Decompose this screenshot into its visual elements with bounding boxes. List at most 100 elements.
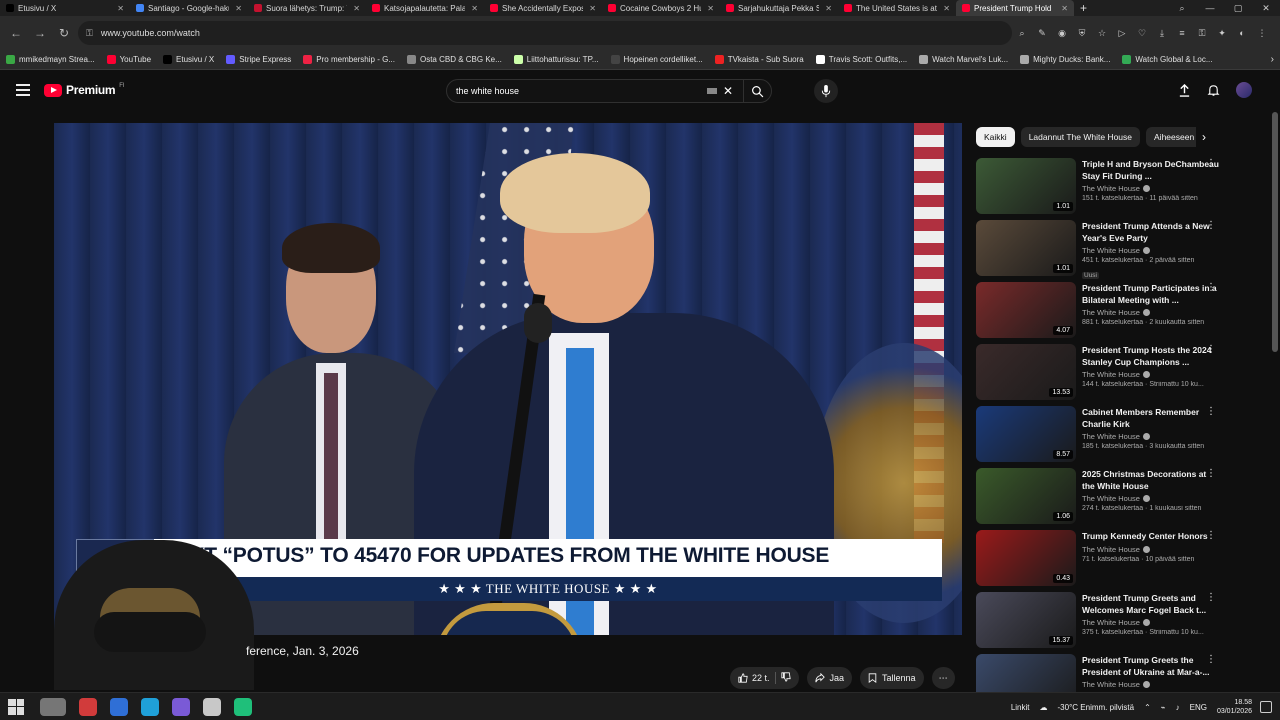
start-button[interactable] — [8, 698, 24, 715]
chips-next-icon[interactable]: › — [1196, 127, 1212, 147]
bookmark-item[interactable]: Mighty Ducks: Bank... — [1020, 55, 1110, 64]
video-title-link[interactable]: President Trump Participates in a Bilate… — [1082, 283, 1220, 306]
play-extension-icon[interactable]: ▷ — [1116, 27, 1128, 39]
guide-menu-icon[interactable] — [16, 84, 30, 96]
video-thumbnail[interactable]: 15.37 — [976, 592, 1076, 648]
back-icon[interactable]: ← — [6, 23, 26, 43]
browser-tab[interactable]: Etusivu / X ✕ — [0, 0, 130, 16]
more-vert-icon[interactable]: ⋮ — [1206, 158, 1216, 169]
like-button[interactable]: 22 t. — [738, 673, 770, 683]
more-vert-icon[interactable]: ⋮ — [1206, 654, 1216, 665]
browser-tab[interactable]: President Trump Hold ✕ — [956, 0, 1074, 16]
bookmark-item[interactable]: Watch Marvel's Luk... — [919, 55, 1008, 64]
zoom-icon[interactable]: ⌕ — [1016, 27, 1028, 39]
reload-icon[interactable]: ↻ — [54, 23, 74, 43]
more-vert-icon[interactable]: ⋮ — [1256, 27, 1268, 39]
more-vert-icon[interactable]: ⋮ — [1206, 530, 1216, 541]
channel-name[interactable]: The White House — [1082, 308, 1220, 317]
video-thumbnail[interactable]: 1.01 — [976, 220, 1076, 276]
video-title-link[interactable]: Triple H and Bryson DeChambeau Stay Fit … — [1082, 159, 1220, 182]
tray-chevron-icon[interactable]: ⌃ — [1144, 703, 1151, 712]
bookmark-item[interactable]: Pro membership - G... — [303, 55, 395, 64]
youtube-premium-logo[interactable]: Premium FI — [44, 83, 125, 97]
taskbar-app-icon[interactable] — [40, 697, 66, 716]
close-window-icon[interactable]: ✕ — [1252, 3, 1280, 14]
tab-search-icon[interactable]: ⌕ — [1168, 3, 1196, 14]
keyboard-icon[interactable] — [706, 88, 717, 94]
language-indicator[interactable]: ENG — [1190, 703, 1207, 712]
related-video-item[interactable]: 1.06 2025 Christmas Decorations at the Wh… — [976, 468, 1220, 530]
volume-icon[interactable]: ♪ — [1176, 703, 1180, 712]
bookmark-item[interactable]: Osta CBD & CBG Ke... — [406, 55, 502, 64]
video-thumbnail[interactable]: 1.01 — [976, 158, 1076, 214]
share-button[interactable]: Jaa — [806, 667, 853, 689]
channel-name[interactable]: The White House — [1082, 494, 1220, 503]
channel-name[interactable]: The White House — [1082, 432, 1220, 441]
video-thumbnail[interactable]: 0.43 — [976, 530, 1076, 586]
video-title-link[interactable]: President Trump Attends a New Year's Eve… — [1082, 221, 1220, 244]
tab-close-icon[interactable]: ✕ — [825, 4, 832, 13]
weather-text[interactable]: -30°C Enimm. pilvistä — [1058, 703, 1135, 712]
site-info-icon[interactable]: ⚿ — [86, 28, 93, 39]
taskbar-app-icon[interactable] — [203, 697, 221, 716]
related-video-item[interactable]: 15.37 President Trump Greets and Welcomes… — [976, 592, 1220, 654]
video-title-link[interactable]: 2025 Christmas Decorations at the White … — [1082, 469, 1220, 492]
related-video-item[interactable]: 8.57 Cabinet Members Remember Charlie Kir… — [976, 406, 1220, 468]
tab-close-icon[interactable]: ✕ — [707, 4, 714, 13]
channel-name[interactable]: The White House — [1082, 680, 1220, 689]
dislike-button[interactable] — [780, 672, 791, 684]
lock-extension-icon[interactable]: ⚿ — [1196, 27, 1208, 39]
download-icon[interactable]: ⤓ — [1156, 27, 1168, 39]
bookmark-item[interactable]: Travis Scott: Outfits,... — [815, 55, 907, 64]
tab-close-icon[interactable]: ✕ — [589, 4, 596, 13]
channel-name[interactable]: The White House — [1082, 184, 1220, 193]
heart-icon[interactable]: ♡ — [1136, 27, 1148, 39]
filter-chip[interactable]: Ladannut The White House — [1020, 127, 1141, 147]
browser-tab[interactable]: Suora lähetys: Trump: Yh ✕ — [248, 0, 366, 16]
browser-tab[interactable]: Santiago - Google-haku ✕ — [130, 0, 248, 16]
browser-tab[interactable]: The United States is at W ✕ — [838, 0, 956, 16]
bookmark-item[interactable]: Etusivu / X — [163, 55, 214, 64]
notification-center-icon[interactable] — [1260, 701, 1272, 713]
account-avatar[interactable] — [1236, 82, 1252, 98]
weather-icon[interactable]: ☁ — [1040, 703, 1048, 712]
more-vert-icon[interactable]: ⋮ — [1206, 468, 1216, 479]
video-thumbnail[interactable]: 13.53 — [976, 344, 1076, 400]
clock[interactable]: 18.58 03/01/2026 — [1217, 698, 1252, 716]
bookmarks-overflow-icon[interactable]: › — [1271, 54, 1274, 65]
related-video-item[interactable]: 0.43 Trump Kennedy Center Honors The White… — [976, 530, 1220, 592]
taskbar-app-icon[interactable] — [172, 697, 190, 716]
related-video-item[interactable]: 4.07 President Trump Participates in a Bi… — [976, 282, 1220, 344]
maximize-icon[interactable]: ▢ — [1224, 3, 1252, 14]
minimize-icon[interactable]: — — [1196, 3, 1224, 13]
channel-name[interactable]: The White House — [1082, 246, 1220, 255]
tab-close-icon[interactable]: ✕ — [943, 4, 950, 13]
bookmark-star-icon[interactable]: ☆ — [1096, 27, 1108, 39]
channel-name[interactable]: The White House — [1082, 618, 1220, 627]
more-vert-icon[interactable]: ⋮ — [1206, 282, 1216, 293]
bookmark-item[interactable]: Hopeinen cordelliket... — [610, 55, 703, 64]
video-title-link[interactable]: President Trump Greets and Welcomes Marc… — [1082, 593, 1220, 616]
filter-chip[interactable]: Aiheeseen — [1146, 127, 1203, 147]
page-scrollbar[interactable] — [1272, 112, 1278, 352]
bookmark-item[interactable]: Watch Global & Loc... — [1122, 55, 1213, 64]
more-actions-button[interactable]: ⋯ — [931, 667, 955, 689]
channel-name[interactable]: The White House — [1082, 370, 1220, 379]
tab-close-icon[interactable]: ✕ — [117, 4, 124, 13]
video-thumbnail[interactable]: 1.06 — [976, 468, 1076, 524]
forward-icon[interactable]: → — [30, 23, 50, 43]
more-vert-icon[interactable]: ⋮ — [1206, 344, 1216, 355]
bookmark-item[interactable]: TVkaista - Sub Suora — [714, 55, 804, 64]
new-tab-button[interactable]: + — [1074, 1, 1093, 15]
puzzle-icon[interactable]: ✦ — [1216, 27, 1228, 39]
links-toolbar[interactable]: Linkit — [1011, 703, 1030, 712]
video-title-link[interactable]: President Trump Hosts the 2024 Stanley C… — [1082, 345, 1220, 368]
notifications-bell-icon[interactable] — [1207, 84, 1220, 97]
tab-close-icon[interactable]: ✕ — [471, 4, 478, 13]
bookmark-item[interactable]: YouTube — [106, 55, 151, 64]
more-vert-icon[interactable]: ⋮ — [1206, 220, 1216, 231]
edit-icon[interactable]: ✎ — [1036, 27, 1048, 39]
taskbar-app-icon[interactable] — [234, 697, 252, 716]
browser-tab[interactable]: Cocaine Cowboys 2 Hust ✕ — [602, 0, 720, 16]
upload-icon[interactable] — [1178, 83, 1191, 97]
